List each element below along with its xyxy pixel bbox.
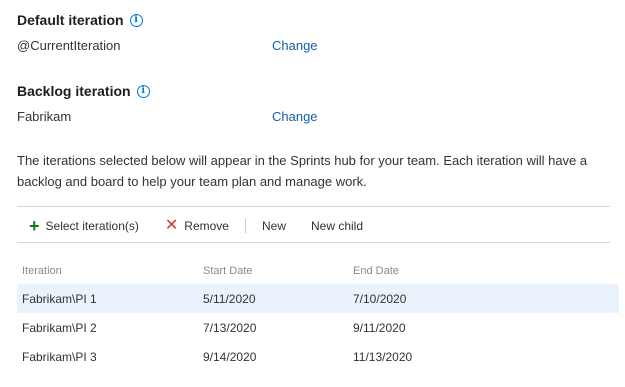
toolbar-separator (244, 219, 246, 233)
backlog-iteration-heading: Backlog iteration i (17, 83, 150, 99)
toolbar-top-divider (17, 206, 610, 207)
backlog-iteration-change-link[interactable]: Change (272, 109, 318, 124)
backlog-iteration-value: Fabrikam (17, 109, 72, 124)
default-iteration-value: @CurrentIteration (17, 38, 121, 53)
default-iteration-title: Default iteration (17, 12, 124, 28)
plus-icon: + (29, 216, 40, 236)
iterations-toolbar: + Select iteration(s) ✕ Remove New New c… (17, 214, 610, 238)
remove-button[interactable]: ✕ Remove (165, 218, 229, 234)
iterations-description: The iterations selected below will appea… (17, 153, 588, 189)
column-header-end-date[interactable]: End Date (348, 265, 548, 277)
start-date-cell: 7/13/2020 (203, 320, 257, 335)
info-icon[interactable]: i (129, 13, 143, 27)
info-icon[interactable]: i (136, 84, 150, 98)
default-iteration-heading: Default iteration i (17, 12, 143, 28)
new-label: New (261, 219, 286, 233)
iteration-cell: Fabrikam\PI 2 (22, 320, 97, 335)
default-iteration-change-link[interactable]: Change (272, 38, 318, 53)
end-date-cell: 7/10/2020 (353, 291, 407, 306)
iteration-cell: Fabrikam\PI 1 (22, 291, 97, 306)
new-child-label: New child (311, 219, 364, 233)
select-iterations-label: Select iteration(s) (45, 219, 139, 233)
new-button[interactable]: New (262, 219, 286, 233)
remove-label: Remove (184, 219, 229, 233)
table-row[interactable]: Fabrikam\PI 1 5/11/2020 7/10/2020 (17, 284, 619, 313)
start-date-cell: 5/11/2020 (203, 291, 256, 306)
start-date-cell: 9/14/2020 (203, 349, 257, 364)
end-date-cell: 9/11/2020 (353, 320, 406, 335)
column-header-iteration[interactable]: Iteration (17, 265, 198, 277)
table-row[interactable]: Fabrikam\PI 2 7/13/2020 9/11/2020 (17, 313, 619, 342)
table-row[interactable]: Fabrikam\PI 3 9/14/2020 11/13/2020 (17, 342, 619, 371)
backlog-iteration-title: Backlog iteration (17, 83, 131, 99)
select-iterations-button[interactable]: + Select iteration(s) (17, 217, 139, 235)
end-date-cell: 11/13/2020 (353, 349, 413, 364)
toolbar-bottom-divider (17, 242, 610, 243)
close-icon: ✕ (164, 217, 179, 234)
iteration-cell: Fabrikam\PI 3 (22, 349, 97, 364)
iterations-table: Iteration Start Date End Date Fabrikam\P… (17, 258, 619, 371)
new-child-button[interactable]: New child (311, 219, 363, 233)
table-header: Iteration Start Date End Date (17, 258, 619, 284)
column-header-start-date[interactable]: Start Date (198, 265, 348, 277)
